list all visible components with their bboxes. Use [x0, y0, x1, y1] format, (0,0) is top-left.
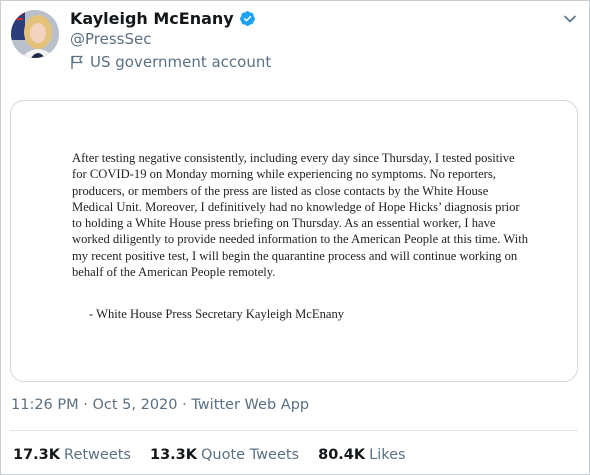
tweet-metadata: 11:26 PM · Oct 5, 2020 · Twitter Web App: [11, 397, 309, 413]
avatar[interactable]: [11, 10, 59, 58]
divider: [10, 430, 578, 431]
author-display-name[interactable]: Kayleigh McEnany: [70, 9, 234, 28]
retweets-count: 17.3K: [13, 447, 61, 463]
chevron-down-icon[interactable]: [561, 10, 579, 28]
flag-icon: [71, 55, 83, 69]
meta-separator: ·: [83, 397, 88, 413]
tweet-image[interactable]: After testing negative consistently, inc…: [10, 100, 578, 382]
tweet-time[interactable]: 11:26 PM: [11, 397, 79, 413]
government-account-text: US government account: [90, 53, 272, 71]
quote-tweets-count: 13.3K: [150, 447, 198, 463]
quote-tweets-stat[interactable]: 13.3K Quote Tweets: [150, 447, 299, 463]
retweets-stat[interactable]: 17.3K Retweets: [13, 447, 131, 463]
author-handle[interactable]: @PressSec: [70, 30, 151, 48]
tweet-source[interactable]: Twitter Web App: [191, 397, 309, 413]
verified-badge-icon: [239, 11, 255, 26]
statement-signature: - White House Press Secretary Kayleigh M…: [89, 307, 345, 321]
government-account-label[interactable]: US government account: [70, 53, 271, 71]
author-name-row[interactable]: Kayleigh McEnany: [70, 9, 256, 28]
likes-stat[interactable]: 80.4K Likes: [318, 447, 405, 463]
quote-tweets-label: Quote Tweets: [201, 447, 300, 463]
likes-label: Likes: [369, 447, 406, 463]
likes-count: 80.4K: [318, 447, 366, 463]
engagement-stats: 17.3K Retweets 13.3K Quote Tweets 80.4K …: [13, 447, 406, 463]
profile-photo-icon: [11, 10, 59, 58]
tweet-date[interactable]: Oct 5, 2020: [92, 397, 177, 413]
meta-separator: ·: [182, 397, 187, 413]
statement-text: After testing negative consistently, inc…: [72, 151, 529, 280]
retweets-label: Retweets: [64, 447, 131, 463]
